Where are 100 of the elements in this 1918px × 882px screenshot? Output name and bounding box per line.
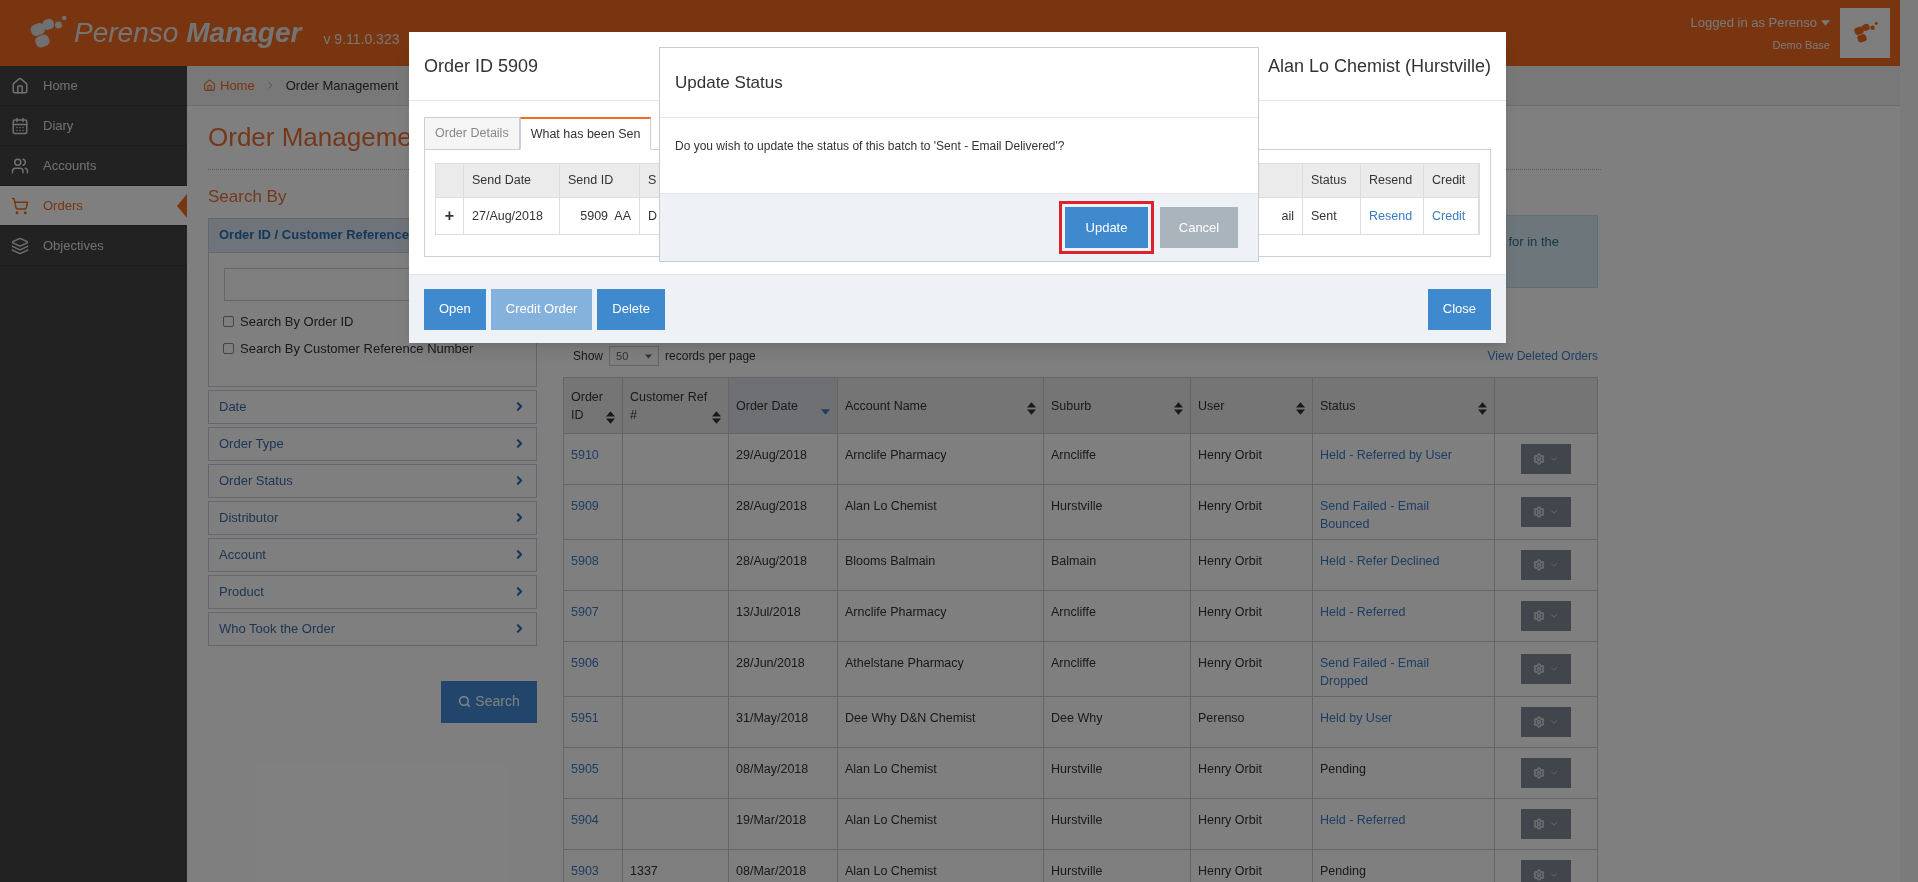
actions-button[interactable] [1521,601,1571,631]
page-title: Order Manageme [208,121,412,154]
status-link[interactable]: Held - Referred [1312,798,1495,850]
nav-item[interactable]: Objectives [0,226,187,266]
nav-item[interactable]: Diary [0,106,187,146]
tab[interactable]: What has been Sen [519,117,652,150]
actions-button[interactable] [1521,809,1571,839]
breadcrumb-current: Order Management [285,76,399,95]
dialog-button[interactable]: Delete [597,288,665,330]
order-id-link[interactable]: 5903 [563,849,623,882]
active-pointer-icon [177,194,187,218]
expand-button[interactable]: + [436,198,464,234]
search-button[interactable]: Search [441,680,537,723]
column-header: Credit [1424,164,1479,197]
filter-item[interactable]: Distributor [208,500,537,535]
table-cell: 29/Aug/2018 [728,433,838,485]
checkbox-label: Search By Customer Reference Number [240,340,474,358]
filter-item[interactable]: Product [208,574,537,609]
table-cell: Dee Why [1043,696,1191,748]
chevron-down-icon [1549,768,1559,778]
status-link[interactable]: Held by User [1312,696,1495,748]
filter-item[interactable]: Who Took the Order [208,611,537,646]
order-id-link[interactable]: 5908 [563,539,623,591]
dialog-button[interactable]: Open [424,288,486,330]
column-header: S [647,172,658,190]
sort-icon [712,410,721,424]
table-cell: 13/Jul/2018 [728,590,838,642]
cart-icon [11,196,29,215]
filter-item[interactable]: Order Status [208,463,537,498]
order-id-link[interactable]: 5951 [563,696,623,748]
column-header: Status [1303,164,1361,197]
update-button[interactable]: Update [1065,207,1148,248]
table-cell: 5909 AA [560,198,640,234]
status-link[interactable]: Held - Referred by User [1312,433,1495,485]
breadcrumb-link[interactable]: Home [203,75,255,96]
table-cell: Henry Orbit [1190,747,1313,799]
actions-button[interactable] [1521,654,1571,684]
user-menu[interactable]: Logged in as Perenso [1690,13,1830,33]
chevron-down-icon [1549,611,1559,621]
sort-descending-icon [821,408,830,415]
chevron-down-icon [1549,507,1559,517]
filter-item[interactable]: Date [208,389,537,424]
column-header[interactable]: User [1190,377,1313,434]
table-cell: Henry Orbit [1190,590,1313,642]
filter-item[interactable]: Account [208,537,537,572]
actions-button[interactable] [1521,758,1571,788]
status-link[interactable]: Send Failed - Email Dropped [1312,641,1495,697]
table-cell: Arncliffe [1043,641,1191,697]
column-header: Resend [1361,164,1424,197]
column-header[interactable]: Account Name [837,377,1044,434]
search-icon [458,695,472,708]
sort-icon [1478,401,1487,415]
nav-item[interactable]: Orders [0,186,187,226]
status-link[interactable]: Send Failed - Email Bounced [1312,484,1495,540]
section-title: Search By [208,186,287,208]
table-cell: 28/Jun/2018 [728,641,838,697]
deleted-orders-link[interactable]: View Deleted Orders [1487,347,1598,365]
close-button[interactable]: Close [1427,288,1491,330]
order-id-link[interactable]: 5907 [563,590,623,642]
page-size-select[interactable]: 50 [609,346,660,366]
status-link[interactable]: Held - Refer Declined [1312,539,1495,591]
product-name: Manager [186,16,302,50]
actions-button[interactable] [1521,550,1571,580]
order-id-link[interactable]: 5909 [563,484,623,540]
column-header[interactable]: Suburb [1043,377,1191,434]
order-id-link[interactable]: 5906 [563,641,623,697]
home-icon [203,79,216,92]
checkbox[interactable] [223,315,234,327]
caret-icon [645,353,653,359]
table-cell: Sent [1303,198,1361,234]
cancel-button[interactable]: Cancel [1160,207,1238,248]
column-header: Send ID [560,164,640,197]
table-cell: Pending [1312,747,1495,799]
table-cell: Henry Orbit [1190,641,1313,697]
checkbox[interactable] [223,343,234,355]
actions-button[interactable] [1521,860,1571,882]
table-cell: Hurstville [1043,798,1191,850]
home-icon [11,76,29,95]
records-label: records per page [665,348,756,365]
column-header[interactable]: Order Date [728,377,838,434]
dialog-title: Order ID 5909 [424,54,539,78]
table-link[interactable]: Resend [1361,198,1424,234]
filter-item[interactable]: Order Type [208,426,537,461]
chevron-down-icon [1549,870,1559,880]
order-id-link[interactable]: 5905 [563,747,623,799]
actions-button[interactable] [1521,707,1571,737]
column-header[interactable]: Order ID [563,377,623,434]
order-id-link[interactable]: 5904 [563,798,623,850]
sort-icon [606,410,615,424]
actions-button[interactable] [1521,497,1571,527]
table-cell: Arnclife Pharmacy [837,433,1044,485]
calendar-icon [11,116,29,135]
column-header[interactable]: Status [1312,377,1495,434]
sort-icon [1174,401,1183,415]
table-link[interactable]: Credit [1424,198,1479,234]
actions-button[interactable] [1521,444,1571,474]
order-id-link[interactable]: 5910 [563,433,623,485]
status-link[interactable]: Held - Referred [1312,590,1495,642]
column-header[interactable]: Customer Ref # [622,377,729,434]
tab[interactable]: Order Details [424,117,520,150]
